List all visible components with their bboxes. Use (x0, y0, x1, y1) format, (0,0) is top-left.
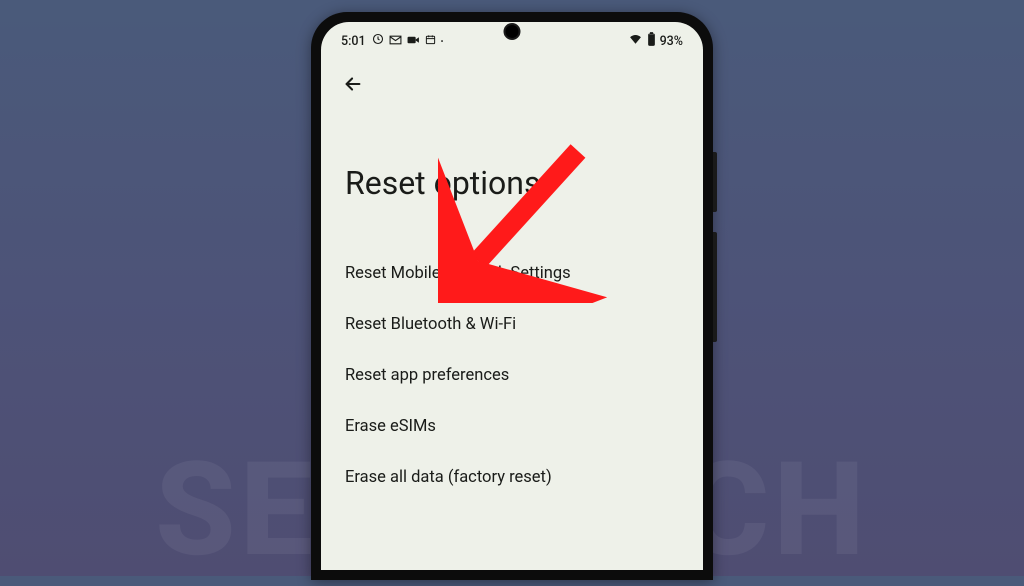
menu-item-erase-all-data[interactable]: Erase all data (factory reset) (345, 452, 679, 503)
status-right: 93% (628, 32, 683, 50)
battery-text: 93% (660, 34, 683, 49)
menu-list: Reset Mobile Network Settings Reset Blue… (321, 248, 703, 503)
timer-icon (372, 33, 384, 49)
back-button[interactable] (335, 68, 371, 104)
screen: 5:01 • (321, 22, 703, 570)
status-left: 5:01 • (341, 33, 443, 49)
menu-item-reset-bluetooth-wifi[interactable]: Reset Bluetooth & Wi-Fi (345, 299, 679, 350)
phone-frame: 5:01 • (311, 12, 713, 580)
wifi-icon (628, 33, 643, 49)
more-dot-icon: • (441, 37, 444, 46)
menu-item-erase-esims[interactable]: Erase eSIMs (345, 401, 679, 452)
front-camera (504, 23, 521, 40)
page-title: Reset options (321, 110, 703, 248)
app-bar (321, 54, 703, 110)
calendar-icon (425, 34, 436, 49)
menu-item-reset-mobile-network[interactable]: Reset Mobile Network Settings (345, 248, 679, 299)
menu-item-reset-app-preferences[interactable]: Reset app preferences (345, 350, 679, 401)
battery-icon (647, 32, 656, 50)
gmail-icon (389, 34, 402, 49)
video-icon (407, 34, 420, 49)
clock-text: 5:01 (341, 34, 366, 49)
back-arrow-icon (342, 73, 364, 99)
